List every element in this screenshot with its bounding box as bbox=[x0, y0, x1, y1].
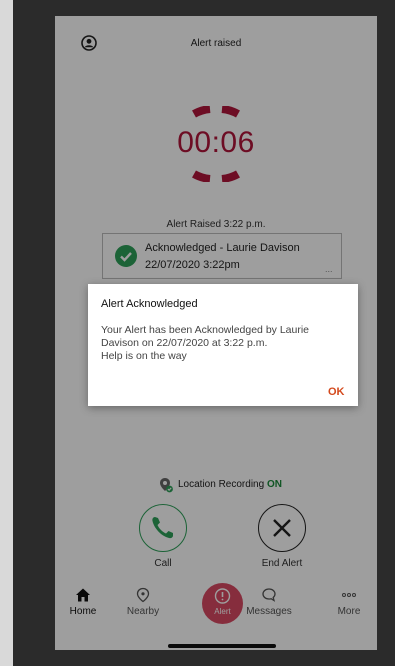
dialog-ok-button[interactable]: OK bbox=[328, 386, 345, 398]
dialog-message-line: Davison on 22/07/2020 at 3:22 p.m. bbox=[101, 337, 268, 349]
alert-acknowledged-dialog: Alert Acknowledged Your Alert has been A… bbox=[88, 284, 358, 406]
dialog-message-line: Help is on the way bbox=[101, 350, 187, 362]
app-screen: Alert raised 00:06 Alert Raised 3:22 p.m… bbox=[55, 16, 377, 650]
dialog-message: Your Alert has been Acknowledged by Laur… bbox=[101, 324, 353, 363]
dialog-title: Alert Acknowledged bbox=[101, 298, 198, 310]
dialog-message-line: Your Alert has been Acknowledged by Laur… bbox=[101, 324, 310, 336]
device-frame: Alert raised 00:06 Alert Raised 3:22 p.m… bbox=[13, 0, 395, 666]
